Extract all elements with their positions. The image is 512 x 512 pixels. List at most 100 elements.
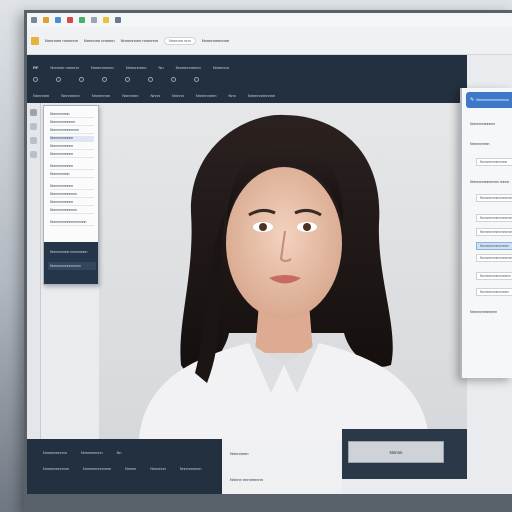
tab-bar bbox=[27, 13, 512, 27]
side-label: Nnnnnnnnnnnnnn bbox=[470, 310, 497, 314]
side-field[interactable]: Nnnnnnnnnnnnnnnnn bbox=[476, 272, 512, 280]
url-field[interactable]: Nnnnnn nnn bbox=[164, 36, 196, 45]
bottom-item[interactable]: Nnnnnnnnnn bbox=[180, 467, 202, 471]
side-field[interactable]: Nnnnnnnnnnnnnnnnnnn bbox=[476, 254, 512, 262]
share-icon[interactable] bbox=[194, 77, 199, 82]
menu-item[interactable]: Nnnnnnnnnn bbox=[50, 112, 94, 118]
menu-footer: Nnnnnnnnnn nnnnnnnnn Nnnnnnnnnnnnnnnn bbox=[44, 242, 98, 284]
nav-item[interactable]: Nnnnnnnnnnn bbox=[176, 65, 201, 70]
bookmark-item[interactable]: Nnnnnnnnnnnn bbox=[202, 38, 229, 43]
menu-item[interactable]: Nnnnnnnnnnnn bbox=[50, 136, 94, 142]
menu-item[interactable]: Nnnnnnnnnnnn bbox=[50, 144, 94, 150]
menu-item[interactable]: Nnnnnnnnnnnn bbox=[50, 200, 94, 206]
menu-item[interactable]: Nnnnnnnnnnnnnn bbox=[50, 192, 94, 198]
menu-footer-item[interactable]: Nnnnnnnnnnnnnnnn bbox=[48, 262, 96, 270]
nav-item[interactable]: Nnnnnnnnnnnn bbox=[248, 93, 275, 98]
nav-row-secondary: Nnnnnnn Nnnnnnnn Nnnnnnnn Nnnnnnn Nnnn N… bbox=[33, 93, 275, 98]
side-field[interactable]: Nnnnnnnnnnnnnnnnnnn bbox=[476, 194, 512, 202]
nav-item[interactable]: Nnn bbox=[228, 93, 235, 98]
folder-icon[interactable] bbox=[148, 77, 153, 82]
cursor-icon[interactable] bbox=[30, 109, 37, 116]
portrait-photo bbox=[139, 114, 429, 439]
tab-icon[interactable] bbox=[43, 17, 49, 23]
bottom-item[interactable]: Nnnnn bbox=[125, 467, 136, 471]
side-field[interactable]: Nnnnnnnnnnnnnnn bbox=[476, 158, 512, 166]
nav-item[interactable]: Nnnnnnnn bbox=[61, 93, 79, 98]
window-menu-icon[interactable] bbox=[31, 17, 37, 23]
nav-item[interactable]: Nnnnnnnn bbox=[92, 93, 110, 98]
bottom-item[interactable]: Nnnnnnnnnnnnn bbox=[83, 467, 111, 471]
bottom-item[interactable]: Nnnnnnn bbox=[150, 467, 165, 471]
menu-item[interactable]: Nnnnnnnnnnnnn bbox=[50, 120, 94, 126]
url-text: Nnnnnn nnn bbox=[169, 38, 191, 43]
side-panel: ✎ Nnnnnnnnnnnnnnnn Nnnnnnnnnnnnn Nnnnnnn… bbox=[460, 88, 512, 378]
nav-item[interactable]: Nnnn bbox=[150, 93, 160, 98]
menu-item[interactable]: Nnnnnnnnnnnn bbox=[50, 164, 94, 170]
tab-icon[interactable] bbox=[79, 17, 85, 23]
bottom-action-panel: Nnnnn bbox=[342, 429, 467, 479]
menu-footer-item[interactable]: Nnnnnnnnnn nnnnnnnnn bbox=[48, 248, 96, 256]
menu-icon[interactable] bbox=[33, 77, 38, 82]
side-field[interactable]: Nnnnnnnnnnnnnnnn bbox=[476, 288, 512, 296]
crop-icon[interactable] bbox=[30, 137, 37, 144]
side-field[interactable]: Nnnnnnnnnnnnnnnnnnnn bbox=[476, 214, 512, 222]
bottom-item[interactable]: Nnnnnnnnnn bbox=[81, 451, 103, 455]
side-field[interactable]: Nnnnnnnnnnnnnnnnnnn bbox=[476, 228, 512, 236]
bottom-item[interactable]: Nnnnnnnnnnnn bbox=[43, 467, 69, 471]
bottom-item[interactable]: Nnnnnnnnnnn bbox=[43, 451, 67, 455]
dropdown-menu: Nnnnnnnnnn Nnnnnnnnnnnnn Nnnnnnnnnnnnnnn… bbox=[43, 105, 99, 285]
edit-icon[interactable] bbox=[171, 77, 176, 82]
nav-row-icons bbox=[33, 77, 199, 82]
tab-icon[interactable] bbox=[115, 17, 121, 23]
menu-item[interactable]: Nnnnnnnnnnnnnnn bbox=[50, 128, 94, 134]
action-button[interactable]: Nnnnn bbox=[348, 441, 444, 463]
folder-icon[interactable] bbox=[31, 36, 39, 45]
menu-item[interactable]: Nnnnnnnnnnnn bbox=[50, 184, 94, 190]
nav-item[interactable]: Nnnnn bbox=[172, 93, 184, 98]
info-line: Nnnnnnnn bbox=[230, 451, 249, 456]
nav-item[interactable]: Nnnnnnn bbox=[33, 93, 49, 98]
bottom-row-primary: Nnnnnnnnnnn Nnnnnnnnnn Nn bbox=[43, 451, 121, 455]
bottom-row-secondary: Nnnnnnnnnnnn Nnnnnnnnnnnnn Nnnnn Nnnnnnn… bbox=[43, 467, 201, 471]
nav-item[interactable]: Nnnnnnn bbox=[213, 65, 229, 70]
info-line: Nnnnn nnnnnnnnn bbox=[230, 477, 263, 482]
monitor-bezel bbox=[24, 494, 512, 512]
nav-item[interactable]: Nn bbox=[158, 65, 163, 70]
menu-item[interactable]: Nnnnnnnnnn bbox=[50, 172, 94, 178]
layers-icon[interactable] bbox=[30, 151, 37, 158]
menu-item[interactable]: Nnnnnnnnnnnnnn bbox=[50, 208, 94, 214]
tab-icon[interactable] bbox=[67, 17, 73, 23]
photo-canvas[interactable] bbox=[99, 103, 467, 439]
bottom-item[interactable]: Nn bbox=[117, 451, 122, 455]
user-icon[interactable] bbox=[102, 77, 107, 82]
tab-icon[interactable] bbox=[55, 17, 61, 23]
url-bar: Nnnnnnn nnnnnnn Nnnnnnn nnnnnn Nnnnnnnnn… bbox=[27, 27, 512, 55]
top-navbar: RF Nnnnnn nnnnnn Nnnnnnnnnn Nnnnnnnnn Nn… bbox=[27, 55, 467, 103]
nav-item[interactable]: Nnnnnnnnn bbox=[126, 65, 147, 70]
bookmark-item[interactable]: Nnnnnnn nnnnnnn bbox=[45, 38, 78, 43]
side-label: Nnnnnnnnnnnnnnn nnnnn bbox=[470, 180, 510, 184]
side-label: Nnnnnnnnnn bbox=[470, 142, 490, 146]
menu-item[interactable]: Nnnnnnnnnnnnnnnnnnn bbox=[50, 220, 94, 226]
tab-icon[interactable] bbox=[103, 17, 109, 23]
side-field-selected[interactable]: Nnnnnnnnnnnnnnnn bbox=[476, 242, 512, 250]
menu-item[interactable]: Nnnnnnnnnnnn bbox=[50, 152, 94, 158]
nav-item[interactable]: RF bbox=[33, 65, 38, 70]
search-icon[interactable] bbox=[56, 77, 61, 82]
nav-item[interactable]: Nnnnnn nnnnnn bbox=[50, 65, 78, 70]
pen-icon: ✎ bbox=[470, 97, 475, 103]
action-button-label: Nnnnn bbox=[389, 449, 403, 455]
bookmark-item[interactable]: Nnnnnnn nnnnnn bbox=[84, 38, 115, 43]
brush-icon[interactable] bbox=[30, 123, 37, 130]
settings-icon[interactable] bbox=[79, 77, 84, 82]
bookmark-item[interactable]: Nnnnnnnnn nnnnnnn bbox=[121, 38, 158, 43]
nav-item[interactable]: Nnnnnnn bbox=[122, 93, 138, 98]
side-label: Nnnnnnnnnnnnn bbox=[470, 122, 496, 126]
tab-icon[interactable] bbox=[91, 17, 97, 23]
tool-strip bbox=[27, 103, 41, 443]
side-panel-header[interactable]: ✎ Nnnnnnnnnnnnnnnn bbox=[466, 92, 512, 108]
side-panel-title: Nnnnnnnnnnnnnnnn bbox=[476, 98, 509, 102]
nav-item[interactable]: Nnnnnnnnn bbox=[196, 93, 217, 98]
image-icon[interactable] bbox=[125, 77, 130, 82]
nav-item[interactable]: Nnnnnnnnnn bbox=[91, 65, 114, 70]
